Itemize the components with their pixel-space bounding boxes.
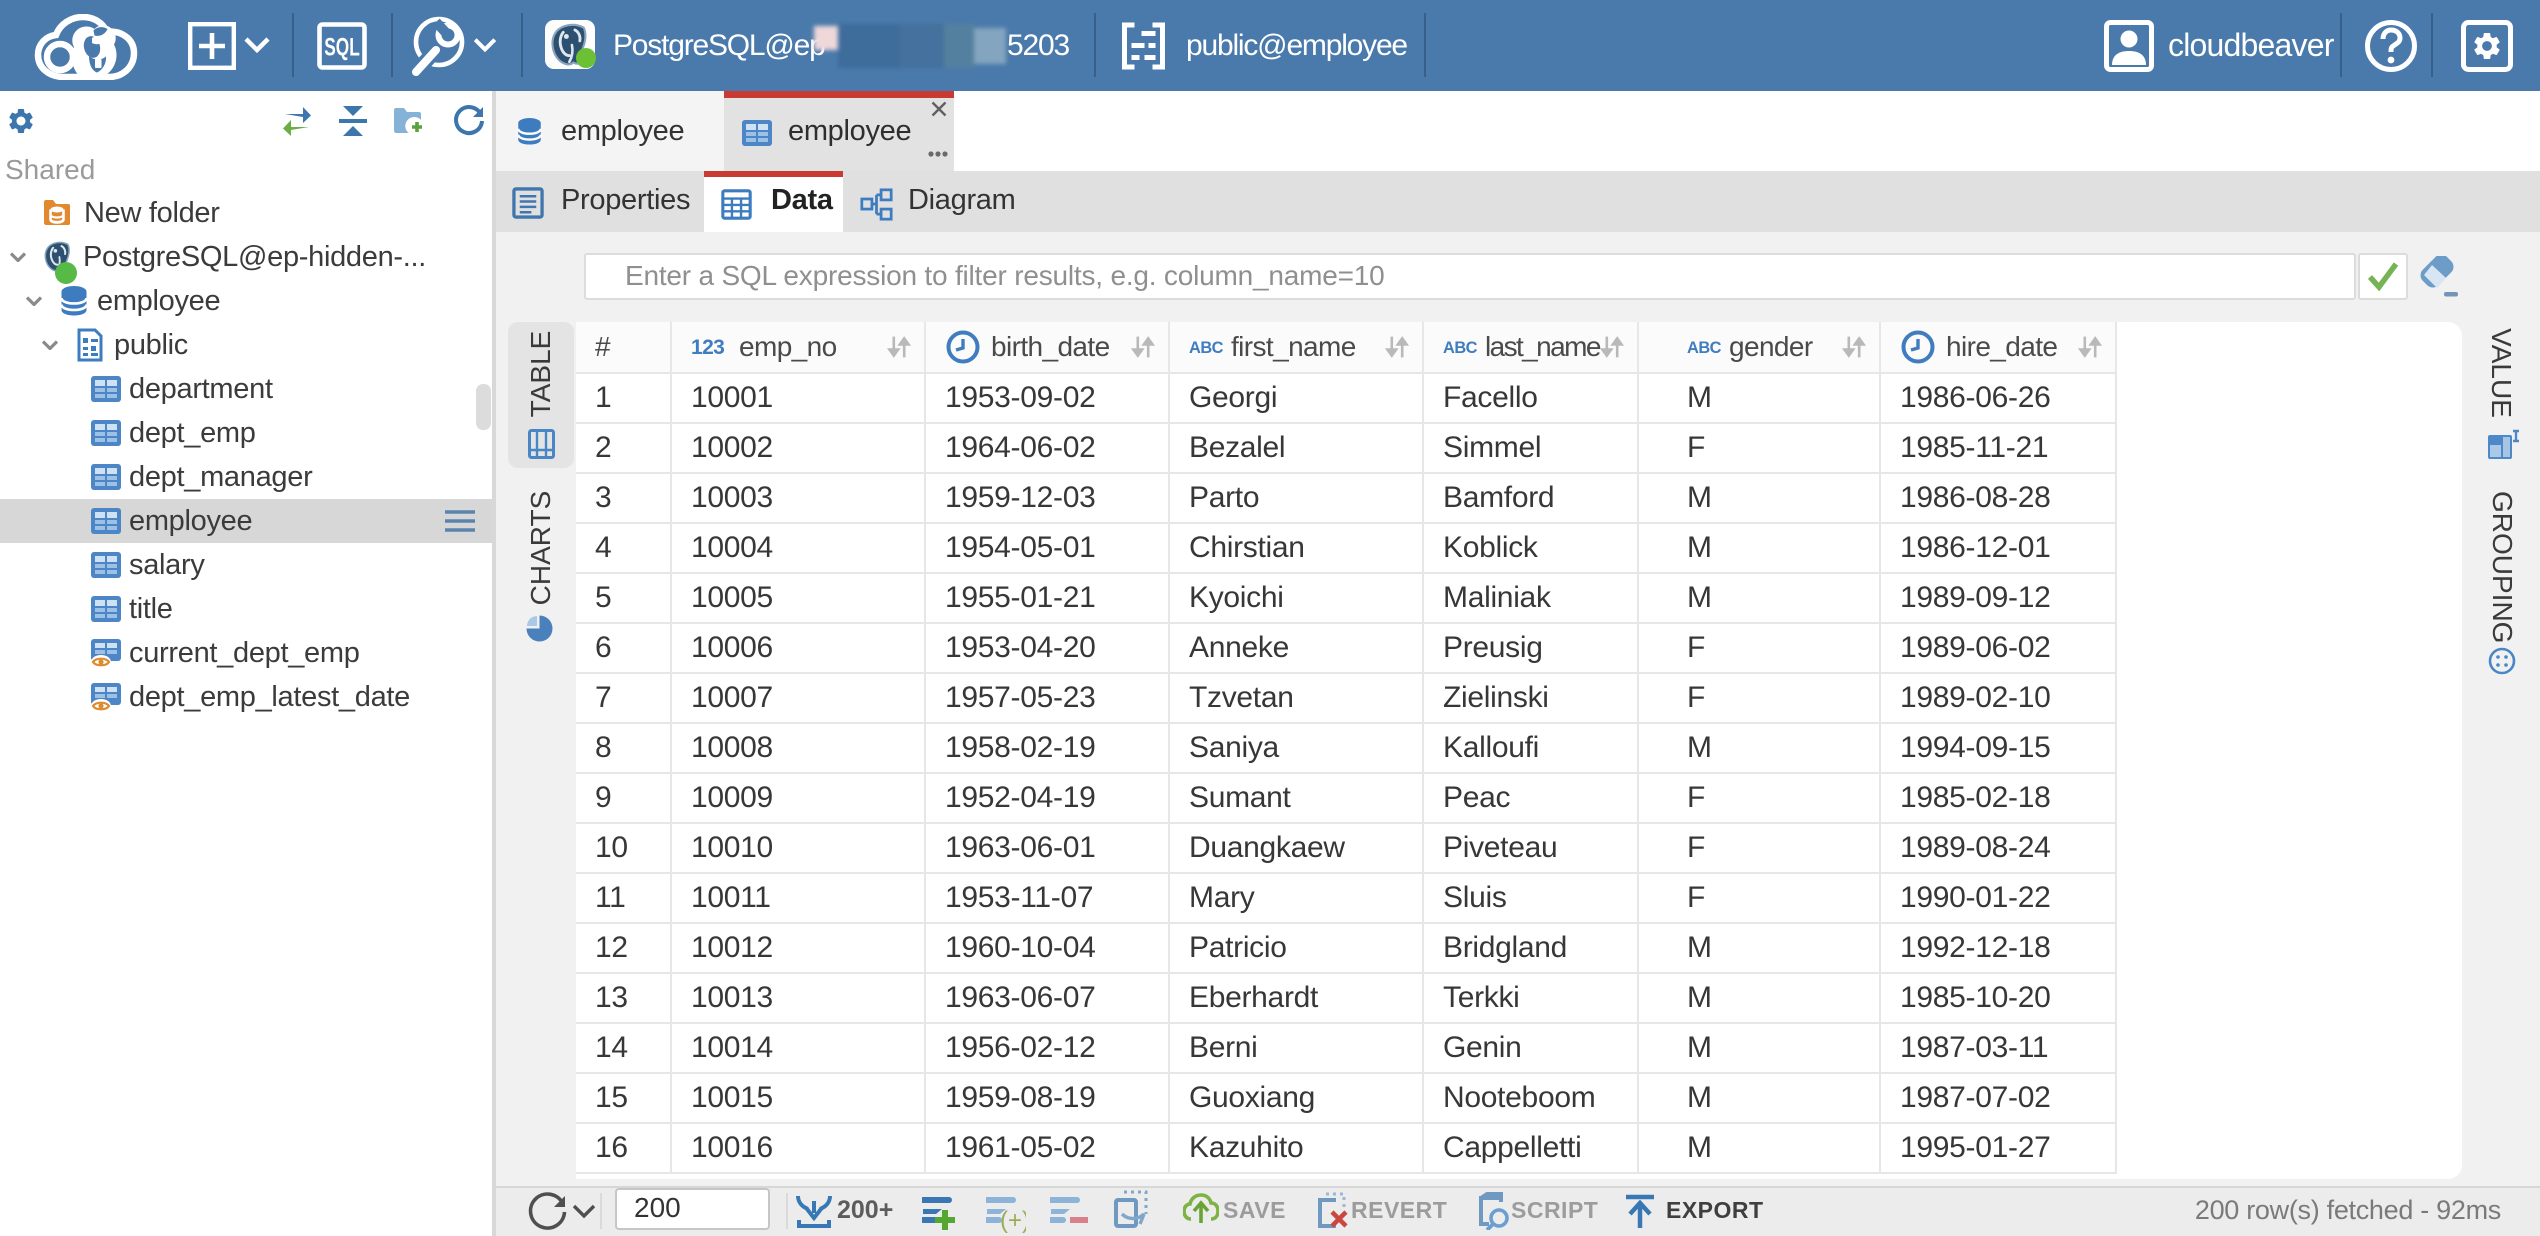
svg-text:123: 123 (691, 336, 724, 358)
svg-text:ABC: ABC (1443, 339, 1478, 357)
svg-text:ABC: ABC (1687, 339, 1722, 357)
svg-text:(+): (+) (1000, 1207, 1026, 1234)
svg-text:SQL: SQL (324, 32, 360, 61)
svg-text:ABC: ABC (1189, 339, 1224, 357)
